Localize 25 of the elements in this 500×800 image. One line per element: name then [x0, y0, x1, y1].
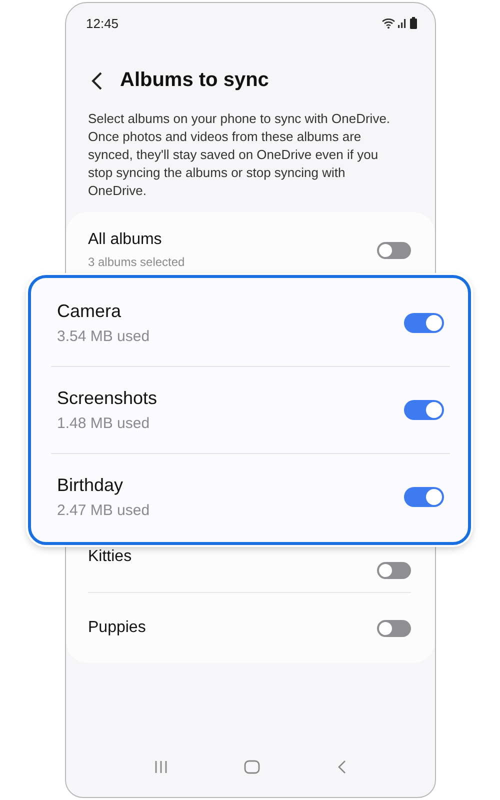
album-name: Puppies — [88, 619, 146, 637]
toggle-switch[interactable] — [377, 242, 411, 258]
album-name: Camera — [57, 301, 122, 322]
page-title: Albums to sync — [120, 69, 269, 92]
home-icon[interactable] — [244, 760, 260, 774]
album-name: Kitties — [88, 548, 132, 566]
album-count: 3 albums selected — [88, 255, 185, 269]
album-name: Birthday — [57, 475, 124, 496]
wifi-icon — [382, 18, 395, 28]
album-name: All albums — [88, 231, 163, 249]
toggle-switch[interactable] — [404, 400, 444, 420]
toggle-switch[interactable] — [404, 313, 444, 333]
description-text: Select albums on your phone to sync with OneDrive. Once photos and videos from these albums are synced, they'll stay saved on OneDrive even if you stop syncing the albums or stop syncing with OneDrive. — [88, 110, 392, 200]
toggle-switch[interactable] — [377, 562, 411, 578]
battery-icon — [410, 17, 417, 29]
recent-apps-icon[interactable] — [154, 760, 168, 774]
signal-icon — [398, 18, 407, 28]
album-name: Screenshots — [57, 388, 158, 409]
toggle-switch[interactable] — [404, 487, 444, 507]
album-size: 3.54 MB used — [57, 328, 150, 345]
album-size: 2.47 MB used — [57, 502, 150, 519]
status-time: 12:45 — [86, 16, 119, 30]
toggle-switch[interactable] — [377, 620, 411, 636]
back-icon[interactable] — [336, 760, 347, 774]
album-size: 1.48 MB used — [57, 415, 151, 432]
